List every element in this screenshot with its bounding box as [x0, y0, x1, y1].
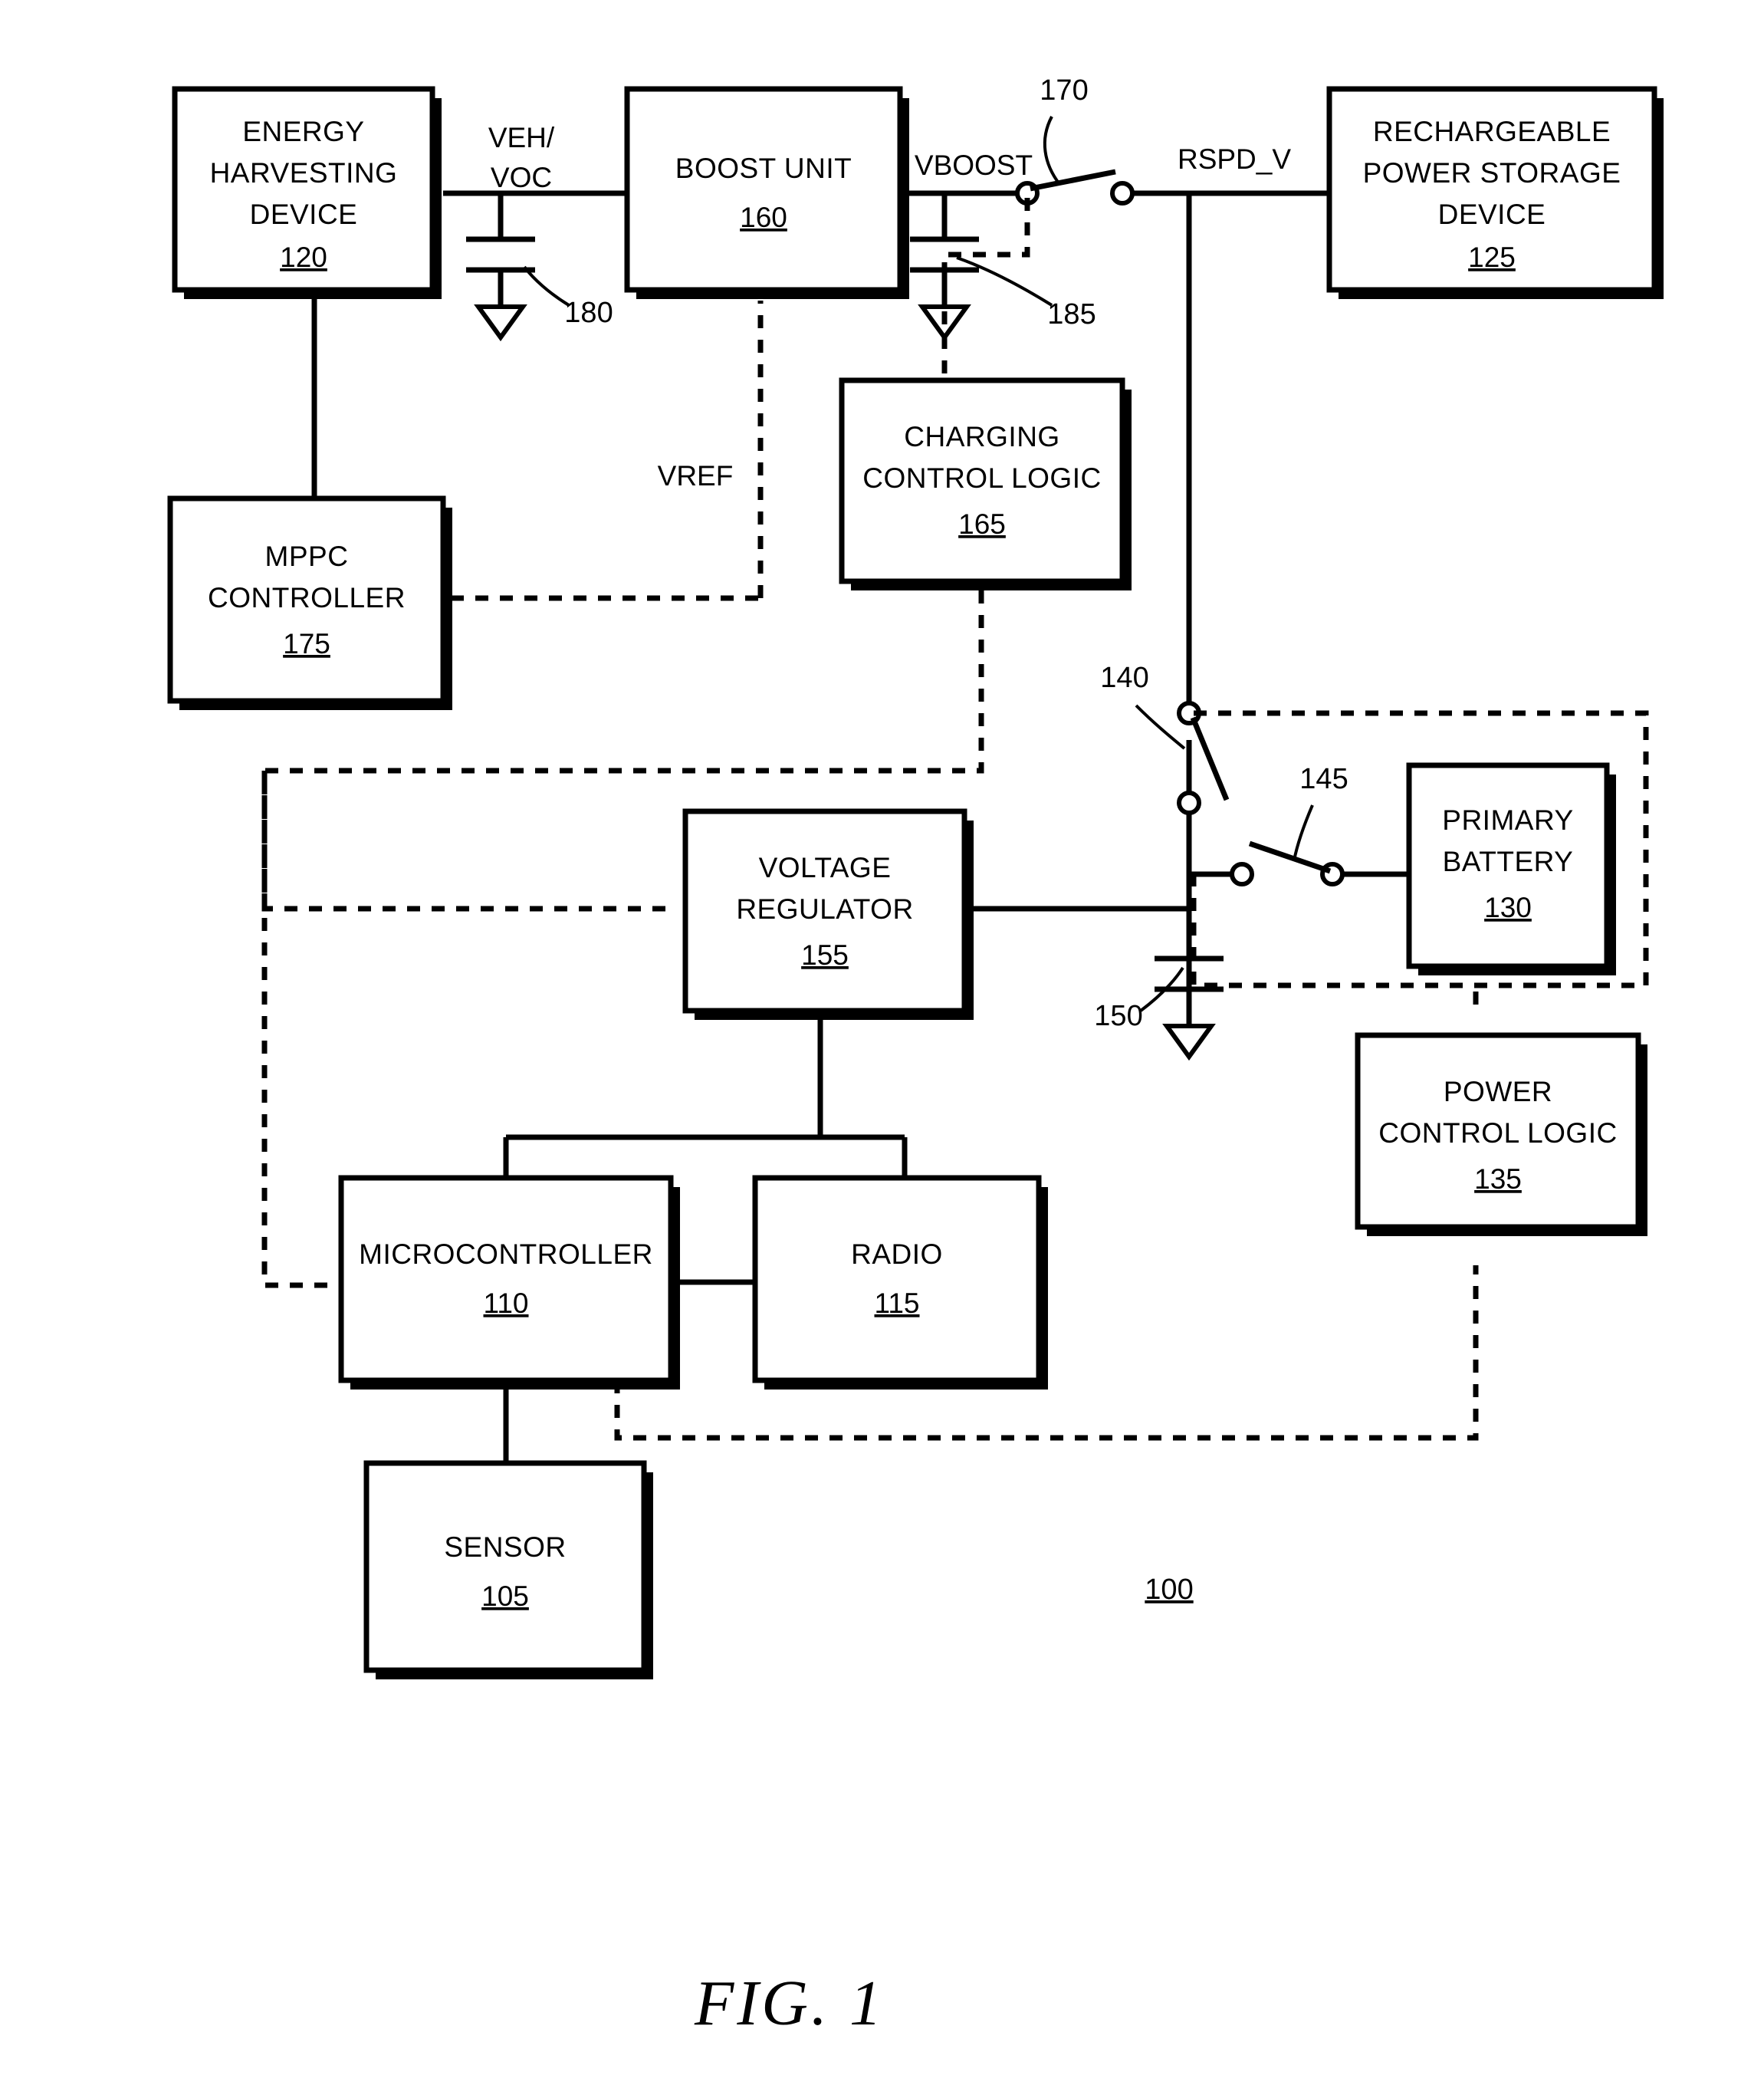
reference-numeral-140: 140 [1100, 662, 1186, 750]
box-ref-number: 135 [1474, 1163, 1522, 1195]
box-label-line: RADIO [851, 1238, 943, 1270]
box-radio[interactable]: RADIO 115 [752, 1175, 1048, 1390]
box-ref-number: 160 [740, 202, 787, 233]
reference-numeral-150: 150 [1094, 966, 1184, 1032]
box-label-line: POWER [1444, 1076, 1552, 1107]
ref-number-180: 180 [564, 297, 613, 329]
ref-number-145: 145 [1299, 763, 1348, 795]
signal-label-veh: VEH/ [488, 122, 555, 153]
box-label-line: REGULATOR [736, 893, 913, 925]
ref-number-140: 140 [1100, 662, 1148, 694]
box-voltage-regulator[interactable]: VOLTAGE REGULATOR 155 [682, 808, 974, 1020]
box-ref-number: 115 [875, 1288, 920, 1319]
figure-1-block-diagram: ENERGY HARVESTING DEVICE 120 BOOST UNIT … [167, 74, 1664, 2039]
signal-label-voc: VOC [491, 162, 552, 193]
box-ref-number: 155 [801, 939, 849, 971]
box-ref-number: 165 [958, 508, 1006, 540]
box-label-line: MPPC [265, 541, 349, 572]
box-ref-number: 175 [283, 628, 330, 659]
box-sensor[interactable]: SENSOR 105 [363, 1460, 653, 1679]
ref-number-170: 170 [1040, 74, 1088, 107]
box-label-line: DEVICE [250, 199, 358, 230]
reference-numeral-180: 180 [523, 265, 613, 329]
signal-label-rspd-v: RSPD_V [1178, 143, 1291, 175]
box-label-line: ENERGY [242, 116, 364, 147]
box-boost-unit[interactable]: BOOST UNIT 160 [624, 86, 909, 299]
box-mppc-controller[interactable]: MPPC CONTROLLER 175 [167, 495, 452, 710]
box-ref-number: 110 [484, 1288, 529, 1319]
ref-number-185: 185 [1047, 298, 1096, 331]
box-label-line: POWER STORAGE [1363, 157, 1621, 189]
box-energy-harvesting-device[interactable]: ENERGY HARVESTING DEVICE 120 [172, 86, 442, 299]
switch-145[interactable] [1230, 840, 1345, 886]
box-label-line: CONTROL LOGIC [862, 462, 1101, 494]
switch-170[interactable] [1015, 169, 1135, 206]
box-ref-number: 120 [280, 242, 327, 273]
box-label-line: CHARGING [904, 421, 1059, 452]
ref-number-150: 150 [1094, 1000, 1142, 1032]
reference-numeral-170: 170 [1040, 74, 1089, 186]
box-label-line: HARVESTING [210, 157, 398, 189]
box-label-line: BOOST UNIT [675, 153, 852, 184]
box-label-line: CONTROL LOGIC [1378, 1117, 1617, 1149]
box-label-line: MICROCONTROLLER [359, 1238, 653, 1270]
box-primary-battery[interactable]: PRIMARY BATTERY 130 [1406, 762, 1616, 975]
box-ref-number: 125 [1468, 242, 1516, 273]
box-charging-control-logic[interactable]: CHARGING CONTROL LOGIC 165 [839, 377, 1132, 590]
signal-label-vref: VREF [658, 460, 734, 492]
box-label-line: RECHARGEABLE [1373, 116, 1611, 147]
patent-figure: ENERGY HARVESTING DEVICE 120 BOOST UNIT … [0, 0, 1764, 2095]
box-ref-number: 130 [1484, 892, 1532, 923]
figure-caption: FIG. 1 [694, 1968, 885, 2039]
box-label-line: SENSOR [444, 1531, 566, 1563]
box-label-line: CONTROLLER [208, 582, 406, 613]
box-ref-number: 105 [481, 1580, 529, 1612]
system-ref-number: 100 [1145, 1574, 1193, 1606]
reference-numeral-145: 145 [1293, 763, 1348, 861]
box-label-line: VOLTAGE [759, 852, 892, 883]
signal-label-vboost: VBOOST [915, 150, 1033, 181]
box-rechargeable-power-storage-device[interactable]: RECHARGEABLE POWER STORAGE DEVICE 125 [1326, 86, 1664, 299]
switch-140[interactable] [1177, 701, 1230, 815]
box-label-line: BATTERY [1443, 846, 1574, 877]
box-power-control-logic[interactable]: POWER CONTROL LOGIC 135 [1355, 1032, 1647, 1236]
box-microcontroller[interactable]: MICROCONTROLLER 110 [338, 1175, 680, 1390]
box-label-line: DEVICE [1438, 199, 1546, 230]
capacitor-180 [466, 236, 535, 342]
box-label-line: PRIMARY [1442, 804, 1573, 836]
